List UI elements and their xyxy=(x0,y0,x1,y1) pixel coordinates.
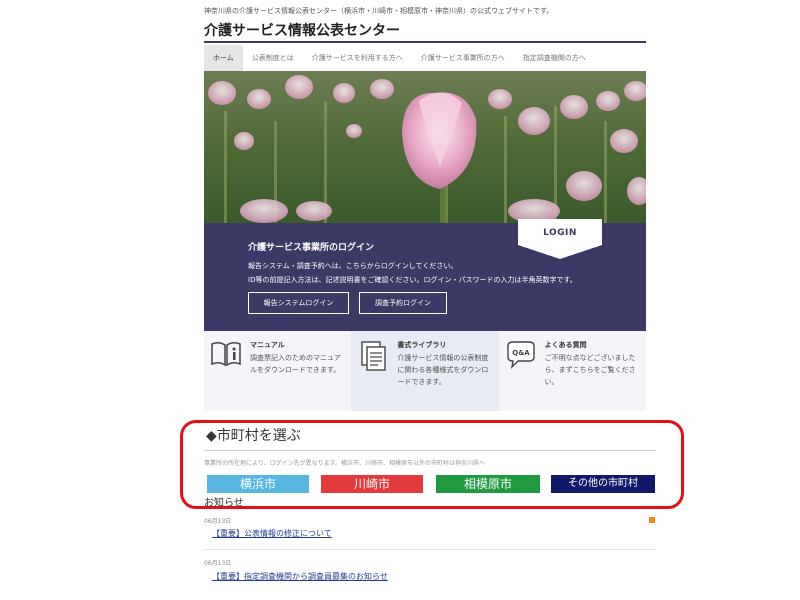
manual-book-icon xyxy=(210,340,242,372)
title-divider xyxy=(204,41,646,43)
news-heading: お知らせ xyxy=(204,498,244,509)
resource-tiles: マニュアル 調査票記入のためのマニュアルをダウンロードできます。 書式ライブラリ… xyxy=(204,331,646,411)
city-button-yokohama[interactable]: 横浜市 xyxy=(207,475,309,493)
tile-manual[interactable]: マニュアル 調査票記入のためのマニュアルをダウンロードできます。 xyxy=(204,331,352,411)
login-panel: LOGIN 介護サービス事業所のログイン 報告システム・調査予約へは、こちらから… xyxy=(204,219,646,331)
survey-reservation-login-button[interactable]: 調査予約ログイン xyxy=(359,292,447,314)
main-nav: ホーム 公表制度とは 介護サービスを利用する方へ 介護サービス事業所の方へ 指定… xyxy=(204,45,646,71)
login-desc-line-2: ID等の前提記入方法は、記述説明書をご確認ください。ログイン・パスワードの入力は… xyxy=(248,276,577,284)
tile-faq[interactable]: Q&A よくある質問 ご不明な点などございましたら、まずこちらをご覧ください。 xyxy=(498,331,646,411)
hero-tulip-image xyxy=(204,71,646,223)
city-button-other[interactable]: その他の市町村 xyxy=(551,475,655,493)
news-link-2[interactable]: 【重要】指定調査機関から調査員募集のお知らせ xyxy=(212,571,388,582)
nav-item-agencies[interactable]: 指定調査機関の方へ xyxy=(514,45,595,71)
login-tag-label: LOGIN xyxy=(543,228,577,238)
login-tag: LOGIN xyxy=(518,219,602,259)
municipality-heading: ◆市町村を選ぶ xyxy=(206,428,301,444)
tile-manual-text: 調査票記入のためのマニュアルをダウンロードできます。 xyxy=(250,354,341,374)
news-divider xyxy=(204,549,656,550)
news-date-2: 06月13日 xyxy=(204,560,232,567)
rss-icon[interactable] xyxy=(649,517,655,523)
news-link-1[interactable]: 【重要】公表情報の修正について xyxy=(212,528,332,539)
tile-faq-text: ご不明な点などございましたら、まずこちらをご覧ください。 xyxy=(544,354,636,386)
report-system-login-button[interactable]: 報告システムログイン xyxy=(248,292,349,314)
login-desc-line-1: 報告システム・調査予約へは、こちらからログインしてください。 xyxy=(248,262,458,270)
login-description: 報告システム・調査予約へは、こちらからログインしてください。 ID等の前提記入方… xyxy=(248,259,577,287)
tile-manual-title: マニュアル xyxy=(250,341,285,349)
document-library-icon xyxy=(357,340,389,376)
city-button-kawasaki[interactable]: 川崎市 xyxy=(321,475,423,493)
city-button-sagamihara[interactable]: 相模原市 xyxy=(436,475,540,493)
site-tagline: 神奈川県の介護サービス情報公表センター（横浜市・川崎市・相模原市・神奈川県）の公… xyxy=(204,7,554,15)
site-title[interactable]: 介護サービス情報公表センター xyxy=(204,20,400,40)
login-heading: 介護サービス事業所のログイン xyxy=(248,243,375,253)
nav-item-users[interactable]: 介護サービスを利用する方へ xyxy=(303,45,412,71)
tile-faq-title: よくある質問 xyxy=(544,341,587,349)
tile-library[interactable]: 書式ライブラリ 介護サービス情報の公表制度に関わる各種様式をダウンロードできます… xyxy=(351,331,499,411)
nav-item-home[interactable]: ホーム xyxy=(204,45,243,71)
municipality-note: 事業所の所在地により、ログイン先が異なります。横浜市、川崎市、相模原市以外の市町… xyxy=(204,460,486,467)
nav-item-providers[interactable]: 介護サービス事業所の方へ xyxy=(412,45,514,71)
svg-text:Q&A: Q&A xyxy=(512,349,530,357)
qa-bubble-icon: Q&A xyxy=(505,340,537,374)
tile-library-text: 介護サービス情報の公表制度に関わる各種様式をダウンロードできます。 xyxy=(397,354,489,386)
municipality-divider xyxy=(204,450,656,451)
nav-item-about[interactable]: 公表制度とは xyxy=(243,45,303,71)
news-date-1: 06月13日 xyxy=(204,518,232,525)
tile-library-title: 書式ライブラリ xyxy=(397,341,447,349)
